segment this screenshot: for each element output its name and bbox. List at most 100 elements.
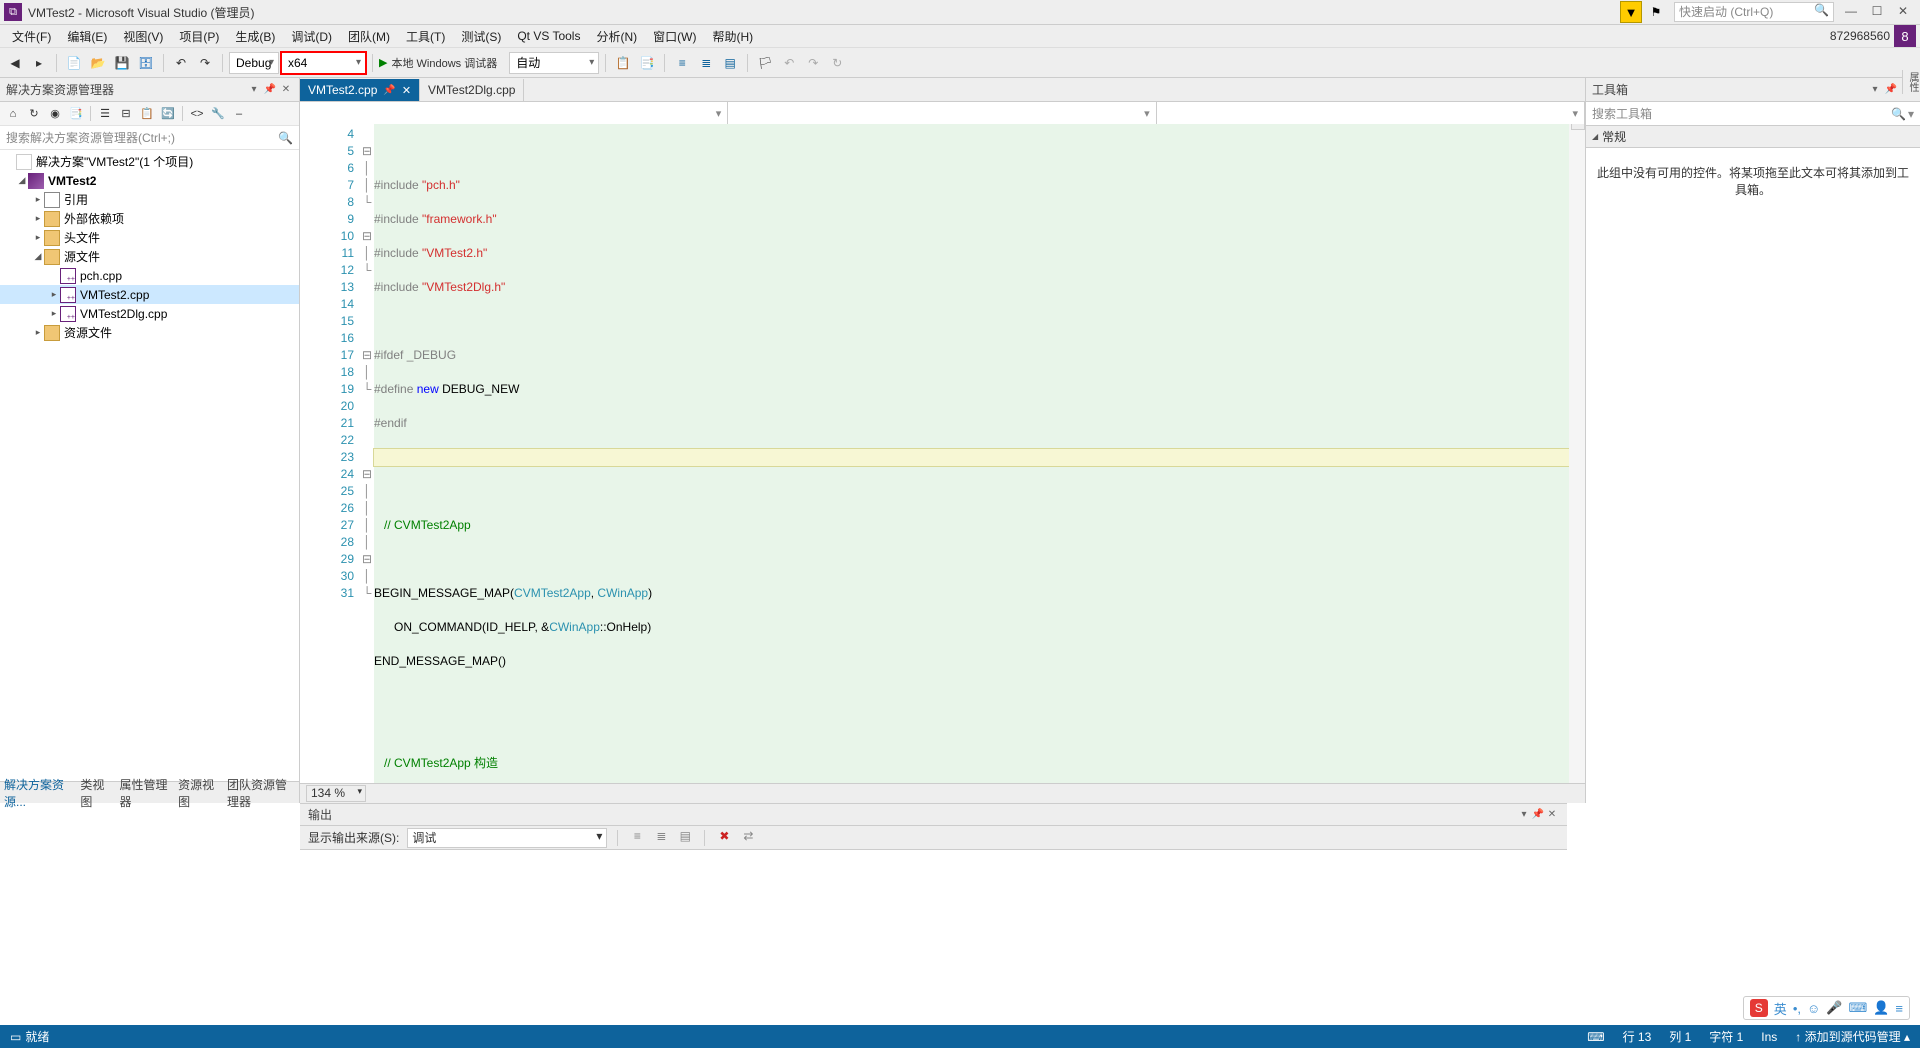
- minimize-button[interactable]: —: [1838, 2, 1864, 22]
- output-source-combo[interactable]: 调试: [407, 828, 607, 848]
- se-collapse-button[interactable]: ⊟: [117, 105, 135, 123]
- nav-type[interactable]: [728, 102, 1156, 124]
- panel-pin-icon[interactable]: 📌: [1531, 809, 1545, 820]
- ime-kb-icon[interactable]: ⌨: [1848, 1000, 1867, 1016]
- notification-filter-icon[interactable]: ▼: [1620, 1, 1642, 23]
- vertical-scrollbar[interactable]: [1569, 124, 1585, 783]
- ime-smile-icon[interactable]: ☺: [1807, 1001, 1820, 1016]
- panel-close-icon[interactable]: ✕: [1545, 809, 1559, 820]
- user-avatar[interactable]: 8: [1894, 25, 1916, 47]
- menu-team[interactable]: 团队(M): [340, 26, 398, 47]
- output-text[interactable]: [300, 850, 1567, 988]
- tb-btn-3[interactable]: ≡: [671, 52, 693, 74]
- save-all-button[interactable]: 🗄: [135, 52, 157, 74]
- open-button[interactable]: 📂: [87, 52, 109, 74]
- tb-flag-icon[interactable]: 🏳: [754, 52, 776, 74]
- menu-help[interactable]: 帮助(H): [704, 26, 761, 47]
- ime-punct-icon[interactable]: •,: [1793, 1001, 1801, 1016]
- pin-icon[interactable]: 📌: [383, 85, 395, 96]
- output-btn-1[interactable]: ≡: [628, 829, 646, 847]
- tab-vmtest2dlg[interactable]: VMTest2Dlg.cpp: [420, 79, 524, 101]
- se-refresh-button[interactable]: ↻: [25, 105, 43, 123]
- se-code-button[interactable]: <>: [188, 105, 206, 123]
- se-more-button[interactable]: –: [230, 105, 248, 123]
- headers-folder[interactable]: ▸头文件: [0, 228, 299, 247]
- external-deps-node[interactable]: ▸外部依赖项: [0, 209, 299, 228]
- panel-pin-icon[interactable]: 📌: [263, 84, 277, 95]
- config-combo[interactable]: Debug: [229, 52, 279, 74]
- file-pch[interactable]: ▸pch.cpp: [0, 266, 299, 285]
- menu-project[interactable]: 项目(P): [171, 26, 227, 47]
- split-handle-icon[interactable]: [1571, 124, 1585, 130]
- se-home-button[interactable]: ⌂: [4, 105, 22, 123]
- new-project-button[interactable]: 📄: [63, 52, 85, 74]
- file-vmtest2dlg[interactable]: ▸VMTest2Dlg.cpp: [0, 304, 299, 323]
- se-wrench-icon[interactable]: 🔧: [209, 105, 227, 123]
- tb-btn-1[interactable]: 📋: [612, 52, 634, 74]
- menu-edit[interactable]: 编辑(E): [59, 26, 115, 47]
- toolbox-section-general[interactable]: 常规: [1586, 126, 1920, 148]
- nav-member[interactable]: [1157, 102, 1585, 124]
- menu-build[interactable]: 生成(B): [227, 26, 283, 47]
- se-props-button[interactable]: 📑: [67, 105, 85, 123]
- output-clear-button[interactable]: ✖: [715, 829, 733, 847]
- panel-pin-icon[interactable]: 📌: [1884, 84, 1898, 95]
- quick-launch-input[interactable]: 快速启动 (Ctrl+Q)🔍: [1674, 2, 1834, 22]
- sources-folder[interactable]: ◢源文件: [0, 247, 299, 266]
- tb-btn-4[interactable]: ≣: [695, 52, 717, 74]
- menu-debug[interactable]: 调试(D): [283, 26, 340, 47]
- tb-btn-6[interactable]: ↶: [778, 52, 800, 74]
- notification-flag-icon[interactable]: ⚑: [1646, 2, 1666, 22]
- menu-test[interactable]: 测试(S): [453, 26, 509, 47]
- code-text[interactable]: #include "pch.h" #include "framework.h" …: [374, 124, 1585, 783]
- panel-dropdown-icon[interactable]: ▾: [1517, 809, 1531, 820]
- ime-menu-icon[interactable]: ≡: [1895, 1001, 1903, 1016]
- play-icon[interactable]: ▶: [379, 56, 387, 69]
- auto-combo[interactable]: 自动: [509, 52, 599, 74]
- output-btn-2[interactable]: ≣: [652, 829, 670, 847]
- ime-user-icon[interactable]: 👤: [1873, 1000, 1889, 1016]
- output-btn-3[interactable]: ▤: [676, 829, 694, 847]
- tab-vmtest2cpp[interactable]: VMTest2.cpp📌✕: [300, 79, 420, 101]
- fold-column[interactable]: ⊟││└⊟│└⊟│└⊟││││⊟│└: [360, 124, 374, 783]
- maximize-button[interactable]: ☐: [1864, 2, 1890, 22]
- se-props2-button[interactable]: 📋: [138, 105, 156, 123]
- sign-in-label[interactable]: 872968560: [1830, 29, 1890, 43]
- nav-scope[interactable]: [300, 102, 728, 124]
- close-button[interactable]: ✕: [1890, 2, 1916, 22]
- menu-analyze[interactable]: 分析(N): [588, 26, 645, 47]
- se-switch-button[interactable]: 🔄: [159, 105, 177, 123]
- output-toggle-button[interactable]: ⇄: [739, 829, 757, 847]
- ime-lang[interactable]: 英: [1774, 999, 1787, 1018]
- resources-folder[interactable]: ▸资源文件: [0, 323, 299, 342]
- debugger-label[interactable]: 本地 Windows 调试器: [391, 55, 497, 71]
- platform-combo[interactable]: x64: [281, 52, 366, 74]
- tb-btn-2[interactable]: 📑: [636, 52, 658, 74]
- ime-toolbar[interactable]: S 英 •, ☺ 🎤 ⌨ 👤 ≡: [1743, 996, 1910, 1020]
- menu-qt[interactable]: Qt VS Tools: [509, 27, 588, 45]
- nav-back-button[interactable]: ◀: [4, 52, 26, 74]
- references-node[interactable]: ▸引用: [0, 190, 299, 209]
- tb-btn-5[interactable]: ▤: [719, 52, 741, 74]
- sln-node[interactable]: ▸解决方案"VMTest2"(1 个项目): [0, 152, 299, 171]
- menu-file[interactable]: 文件(F): [4, 26, 59, 47]
- solution-explorer-search[interactable]: 搜索解决方案资源管理器(Ctrl+;) 🔍: [0, 126, 299, 150]
- tb-btn-8[interactable]: ↻: [826, 52, 848, 74]
- project-node[interactable]: ◢VMTest2: [0, 171, 299, 190]
- toolbox-search[interactable]: 搜索工具箱 🔍▾: [1586, 102, 1920, 126]
- se-sync-button[interactable]: ◉: [46, 105, 64, 123]
- properties-vertical-tab[interactable]: 属性: [1902, 70, 1920, 94]
- menu-tools[interactable]: 工具(T): [398, 26, 453, 47]
- undo-button[interactable]: ↶: [170, 52, 192, 74]
- panel-close-icon[interactable]: ✕: [279, 84, 293, 95]
- panel-dropdown-icon[interactable]: ▾: [1868, 84, 1882, 95]
- file-vmtest2[interactable]: ▸VMTest2.cpp: [0, 285, 299, 304]
- menu-view[interactable]: 视图(V): [115, 26, 171, 47]
- status-scc[interactable]: ↑ 添加到源代码管理 ▴: [1795, 1028, 1910, 1045]
- se-showall-button[interactable]: ☰: [96, 105, 114, 123]
- close-icon[interactable]: ✕: [402, 84, 411, 97]
- nav-fwd-button[interactable]: ▸: [28, 52, 50, 74]
- zoom-combo[interactable]: 134 %: [306, 785, 366, 802]
- code-editor[interactable]: 4567891011121314151617181920212223242526…: [300, 124, 1585, 783]
- ime-mic-icon[interactable]: 🎤: [1826, 1000, 1842, 1016]
